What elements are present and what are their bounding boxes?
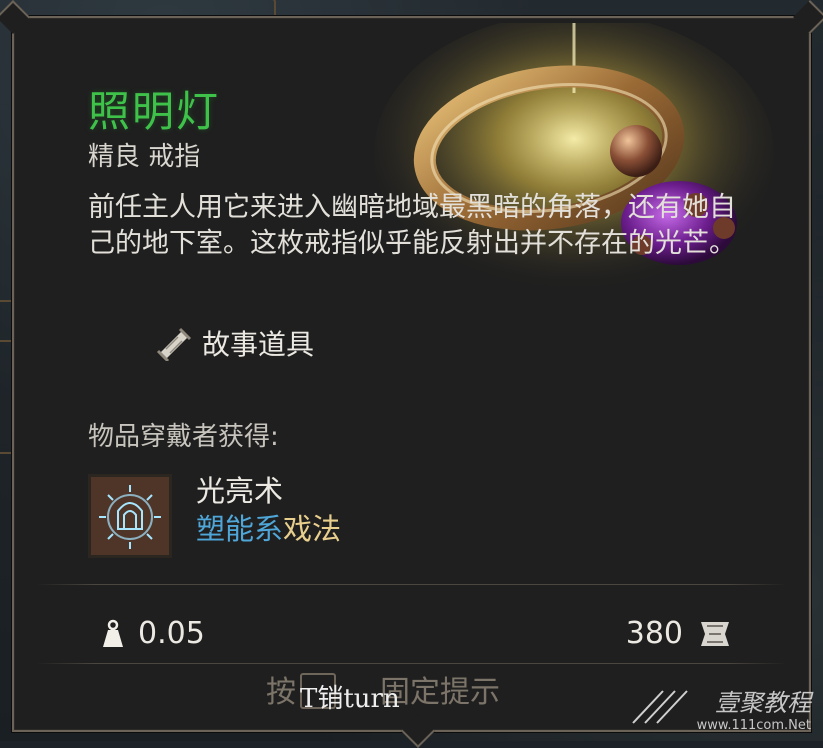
wearer-gains-heading: 物品穿戴者获得: [88, 422, 279, 452]
weight-stat: 0.05 [102, 616, 205, 651]
stats-divider [36, 584, 787, 585]
spell-school-line: 塑能系戏法 [196, 506, 341, 548]
hint-divider [36, 663, 787, 664]
hint-overlay-text: T销turn [300, 684, 400, 714]
watermark: 壹聚教程 www.111com.Net [697, 683, 811, 733]
item-rarity-type: 精良 戒指 [88, 142, 201, 172]
gold-coin-icon [701, 621, 729, 646]
ring-illustration [374, 23, 774, 293]
price-stat: 380 [626, 616, 733, 651]
light-spell-glyph [91, 477, 169, 555]
weight-icon [103, 619, 123, 647]
weight-value: 0.05 [138, 616, 205, 651]
spell-school: 塑能系 [196, 512, 284, 546]
price-value: 380 [625, 616, 683, 651]
watermark-sub: www.111com.Net [696, 718, 811, 733]
spell-name: 光亮术 [196, 474, 284, 508]
scroll-icon [156, 327, 192, 361]
tooltip-bottom-notch [401, 714, 435, 748]
item-name: 照明灯 [88, 87, 221, 136]
spell-type: 戏法 [283, 512, 342, 546]
item-description: 前任主人用它来进入幽暗地域最黑暗的角落，还有她自己的地下室。这枚戒指似乎能反射出… [88, 192, 736, 259]
story-item-label: 故事道具 [202, 328, 315, 361]
story-item-tag: 故事道具 [154, 323, 314, 363]
hint-prefix: 按 [266, 675, 296, 710]
watermark-logo-icon [632, 690, 688, 724]
light-spell-icon[interactable] [88, 474, 172, 558]
item-tooltip: 照明灯 精良 戒指 前任主人用它来进入幽暗地域最黑暗的角落，还有她自己的地下室。… [0, 0, 823, 748]
watermark-main: 壹聚教程 [715, 689, 811, 717]
